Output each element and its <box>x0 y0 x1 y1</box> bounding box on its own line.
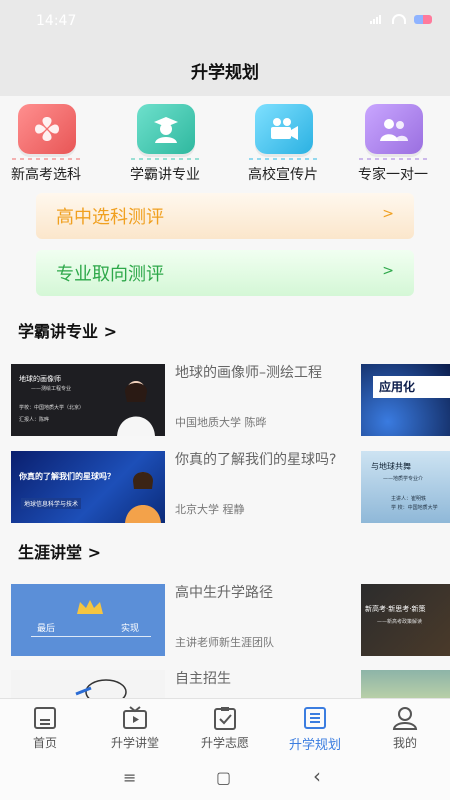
menu-icon[interactable]: ≡ <box>123 768 136 787</box>
tab-label: 升学规划 <box>288 738 341 753</box>
page-title: 升学规划 <box>191 62 259 83</box>
tab-label: 我的 <box>392 736 417 750</box>
card-title: 地球的画像师–测绘工程 <box>175 365 322 381</box>
back-icon[interactable]: ‹ <box>313 764 321 788</box>
thumb-text: 汇报人：陈晔 <box>19 417 50 423</box>
quick-item-major-talks[interactable]: 学霸讲专业 <box>119 98 211 190</box>
quick-access-row: 新高考选科 学霸讲专业 高校宣传片 专家一对一 <box>0 98 450 190</box>
thumb-text: 学校：中国地质大学（北京） <box>19 405 85 411</box>
chevron-right-icon: > <box>382 206 394 222</box>
video-camera-icon <box>249 104 319 160</box>
clipboard-check-icon <box>214 707 236 730</box>
quick-item-subject-selection[interactable]: 新高考选科 <box>0 98 92 190</box>
tab-home[interactable]: 首页 <box>0 699 90 754</box>
list-item[interactable]: 地球的画像师 ——测绘工程专业 学校：中国地质大学（北京） 汇报人：陈晔 地球的… <box>11 364 351 440</box>
presenter-figure <box>125 472 161 523</box>
thumb-underline <box>31 636 151 637</box>
card-meta: 中国地质大学 陈晔 <box>175 416 267 429</box>
signal-icon <box>370 14 384 24</box>
card-title: 你真的了解我们的星球吗? <box>175 452 337 468</box>
quick-label: 专家一对一 <box>358 167 428 183</box>
peek-thumbnail[interactable] <box>361 670 450 698</box>
crown-icon <box>77 600 103 614</box>
thumb-text: 主讲人：崔明轶 <box>391 496 427 502</box>
user-icon <box>392 707 418 730</box>
peek-thumbnail[interactable]: 新高考·新思考·新策 ——新高考政策解读 <box>361 584 450 656</box>
card-title: 高中生升学路径 <box>175 585 273 601</box>
list-item[interactable]: 你真的了解我们的星球吗？ 地球信息科学与技术 你真的了解我们的星球吗? 北京大学… <box>11 451 351 527</box>
bottom-tab-bar: 首页 升学讲堂 升学志愿 升学规划 我的 <box>0 698 450 754</box>
thumb-text: ——新高考政策解读 <box>377 619 423 625</box>
battery-icon <box>414 14 432 24</box>
eval-label: 高中选科测评 <box>56 207 164 228</box>
thumb-text: ——测绘工程专业 <box>31 386 72 392</box>
subject-selection-evaluation-button[interactable]: 高中选科测评 > <box>36 193 414 239</box>
expert-chat-icon <box>359 104 429 160</box>
status-icons <box>370 14 432 24</box>
home-icon[interactable]: ▢ <box>216 768 231 787</box>
thumb-text: 地球的画像师 <box>19 375 61 383</box>
thumb-text: 应用化 <box>373 376 450 398</box>
tab-profile[interactable]: 我的 <box>360 699 450 754</box>
chevron-right-icon: > <box>382 263 394 279</box>
eval-label: 专业取向测评 <box>56 264 164 285</box>
thumb-text: 最后 <box>37 624 56 634</box>
thumb-text: 实现 <box>121 624 140 634</box>
cartoon-illustration <box>75 679 127 698</box>
peek-thumbnail[interactable]: 应用化 <box>361 364 450 436</box>
status-bar: 14:47 <box>0 0 450 44</box>
tab-volunteer[interactable]: 升学志愿 <box>180 699 270 754</box>
thumb-text: 学 校：中国地质大学 <box>391 505 438 511</box>
card-meta: 北京大学 程静 <box>175 503 245 516</box>
presenter-figure <box>117 381 155 436</box>
tv-play-icon <box>123 706 147 729</box>
tab-planning[interactable]: 升学规划 <box>270 699 360 754</box>
quick-item-university-videos[interactable]: 高校宣传片 <box>237 98 329 190</box>
card-meta: 主讲老师新生涯团队 <box>175 636 274 649</box>
video-thumbnail: 你真的了解我们的星球吗？ 地球信息科学与技术 <box>11 451 165 523</box>
section-title-major-talks[interactable]: 学霸讲专业 > <box>18 318 117 342</box>
video-thumbnail: 地球的画像师 ——测绘工程专业 学校：中国地质大学（北京） 汇报人：陈晔 <box>11 364 165 436</box>
section-title-career-lectures[interactable]: 生涯讲堂 > <box>18 539 101 563</box>
tab-label: 首页 <box>32 736 57 750</box>
video-thumbnail: 最后 实现 <box>11 584 165 656</box>
graduate-avatar-icon <box>131 104 201 160</box>
title-bar: 升学规划 <box>0 44 450 96</box>
video-thumbnail <box>11 670 165 698</box>
system-nav-bar: ≡ ▢ ‹ <box>0 754 450 800</box>
list-item[interactable]: 自主招生 <box>11 670 351 698</box>
list-document-icon <box>304 707 326 729</box>
thumb-text: ——地质学专业介 <box>383 476 424 482</box>
quick-item-expert-one-on-one[interactable]: 专家一对一 <box>347 98 439 190</box>
quick-label: 新高考选科 <box>11 167 81 183</box>
tab-lectures[interactable]: 升学讲堂 <box>90 699 180 754</box>
thumb-text: 地球信息科学与技术 <box>21 498 82 509</box>
tab-label: 升学讲堂 <box>110 736 159 750</box>
quick-label: 高校宣传片 <box>248 167 318 183</box>
tab-label: 升学志愿 <box>200 736 249 750</box>
card-title: 自主招生 <box>175 671 231 687</box>
wifi-icon <box>392 14 406 24</box>
peek-thumbnail[interactable]: 与地球共舞 ——地质学专业介 主讲人：崔明轶 学 校：中国地质大学 <box>361 451 450 523</box>
clover-grid-icon <box>12 104 82 160</box>
quick-label: 学霸讲专业 <box>130 167 200 183</box>
document-icon <box>34 707 56 729</box>
thumb-text: 新高考·新思考·新策 <box>365 605 426 613</box>
thumb-text: 与地球共舞 <box>371 462 411 471</box>
major-orientation-evaluation-button[interactable]: 专业取向测评 > <box>36 250 414 296</box>
thumb-text: 你真的了解我们的星球吗？ <box>19 472 115 481</box>
status-time: 14:47 <box>36 13 77 29</box>
list-item[interactable]: 最后 实现 高中生升学路径 主讲老师新生涯团队 <box>11 584 351 660</box>
